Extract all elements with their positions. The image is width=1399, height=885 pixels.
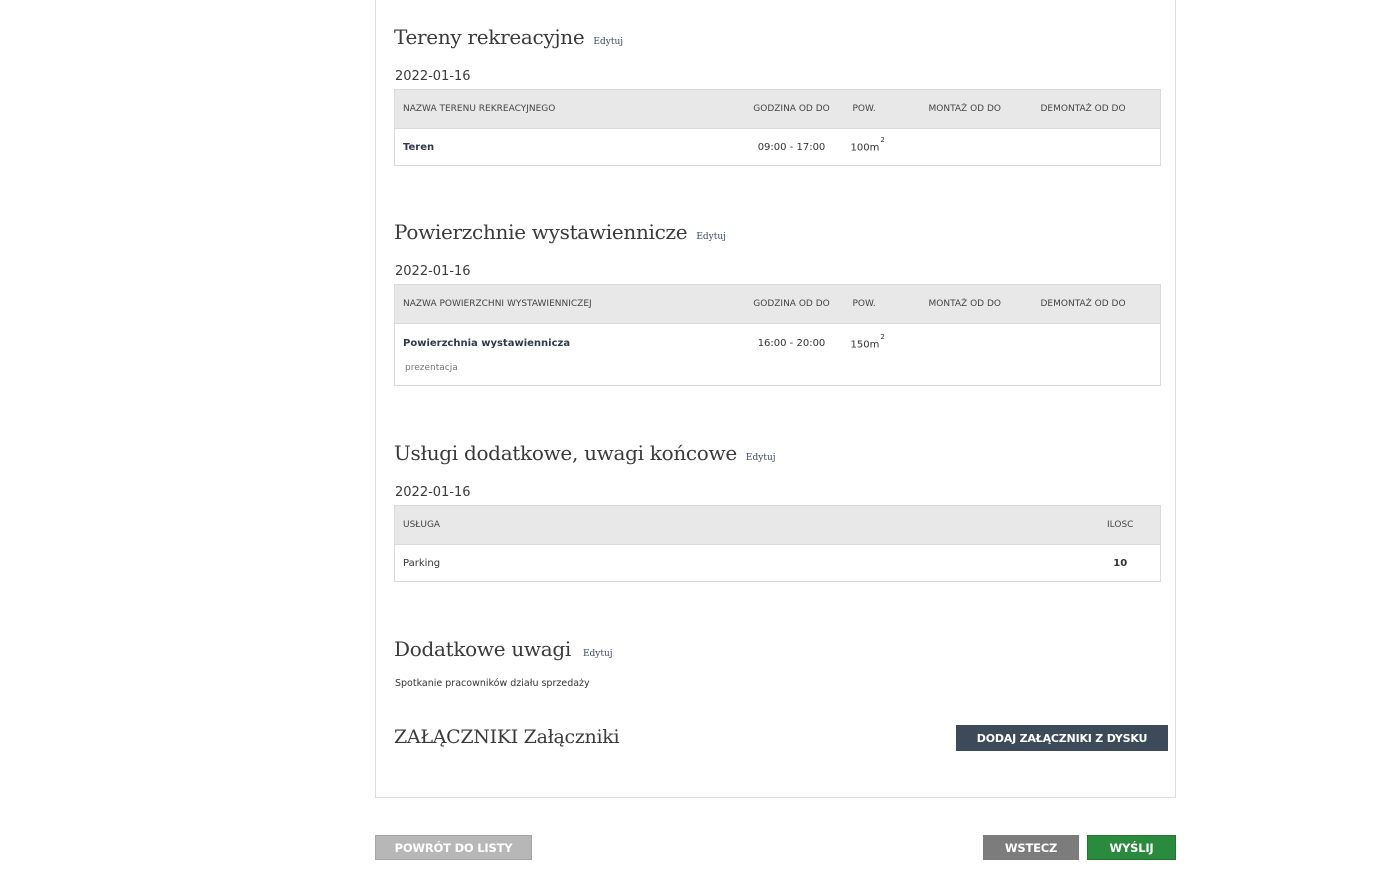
table-row: Teren 09:00 - 17:00 100m2	[395, 129, 1161, 166]
column-header: POW.	[844, 284, 921, 324]
section-title: Dodatkowe uwagi	[394, 637, 571, 661]
column-header: GODZINA OD DO	[738, 89, 845, 129]
column-header: ILOSC	[1080, 505, 1161, 545]
edit-recreational-link[interactable]: Edytuj	[593, 37, 623, 47]
edit-exhibition-link[interactable]: Edytuj	[696, 232, 726, 242]
services-table: USŁUGA ILOSC Parking 10	[394, 505, 1161, 582]
area-value: 100m	[850, 142, 880, 154]
mount-cell	[921, 324, 1033, 363]
add-attachments-button[interactable]: DODAJ ZAŁĄCZNIKI Z DYSKU	[956, 725, 1168, 751]
dismount-cell	[1033, 129, 1161, 166]
summary-card: Tereny rekreacyjne Edytuj 2022-01-16 NAZ…	[375, 0, 1176, 798]
exhibition-header: Powierzchnie wystawiennicze Edytuj	[394, 220, 1160, 244]
exhibition-section: Powierzchnie wystawiennicze Edytuj 2022-…	[394, 220, 1161, 386]
column-header: DEMONTAŻ OD DO	[1032, 284, 1161, 324]
area-unit-sup: 2	[880, 332, 885, 341]
column-header: MONTAŻ OD DO	[920, 284, 1033, 324]
edit-services-link[interactable]: Edytuj	[746, 453, 776, 463]
section-title: Usługi dodatkowe, uwagi końcowe	[394, 441, 737, 465]
column-header: NAZWA POWIERZCHNI WYSTAWIENNICZEJ	[394, 284, 739, 324]
column-header: NAZWA TERENU REKREACYJNEGO	[394, 89, 739, 129]
table-row-note: prezentacja	[395, 363, 1161, 386]
column-header: DEMONTAŻ OD DO	[1032, 89, 1161, 129]
services-header: Usługi dodatkowe, uwagi końcowe Edytuj	[394, 441, 1160, 465]
table-row: Parking 10	[395, 545, 1161, 582]
attachments-section: ZAŁĄCZNIKI Załączniki DODAJ ZAŁĄCZNIKI Z…	[394, 725, 1168, 755]
table-header-row: USŁUGA ILOSC	[394, 505, 1161, 545]
dismount-cell	[1033, 324, 1161, 363]
area-cell: 150m2	[845, 324, 921, 363]
column-header: POW.	[844, 89, 921, 129]
area-cell: 100m2	[845, 129, 921, 166]
notes-section: Dodatkowe uwagi Edytuj Spotkanie pracown…	[394, 637, 1160, 689]
area-name: Powierzchnia wystawiennicza	[403, 337, 571, 349]
recreational-section: Tereny rekreacyjne Edytuj 2022-01-16 NAZ…	[394, 25, 1161, 166]
table-header-row: NAZWA POWIERZCHNI WYSTAWIENNICZEJ GODZIN…	[394, 284, 1161, 324]
section-title: Powierzchnie wystawiennicze	[394, 220, 688, 244]
recreational-table: NAZWA TERENU REKREACYJNEGO GODZINA OD DO…	[394, 89, 1161, 166]
area-value: 150m	[850, 338, 880, 350]
hours-cell: 16:00 - 20:00	[757, 337, 826, 349]
mount-cell	[921, 129, 1033, 166]
back-to-list-button[interactable]: POWRÓT DO LISTY	[375, 835, 532, 860]
row-note: prezentacja	[405, 362, 458, 373]
table-row: Powierzchnia wystawiennicza 16:00 - 20:0…	[395, 324, 1161, 363]
service-name: Parking	[403, 557, 441, 569]
notes-text: Spotkanie pracowników działu sprzedaży	[395, 678, 590, 689]
section-date: 2022-01-16	[395, 485, 471, 500]
send-button[interactable]: WYŚLIJ	[1087, 835, 1176, 860]
hours-cell: 09:00 - 17:00	[757, 141, 826, 153]
column-header: USŁUGA	[394, 505, 1081, 545]
notes-header: Dodatkowe uwagi Edytuj	[394, 637, 1160, 661]
section-date: 2022-01-16	[395, 264, 471, 279]
table-header-row: NAZWA TERENU REKREACYJNEGO GODZINA OD DO…	[394, 89, 1161, 129]
edit-notes-link[interactable]: Edytuj	[583, 649, 613, 659]
area-name: Teren	[403, 141, 435, 153]
column-header: GODZINA OD DO	[738, 284, 845, 324]
services-section: Usługi dodatkowe, uwagi końcowe Edytuj 2…	[394, 441, 1161, 582]
section-date: 2022-01-16	[395, 69, 471, 84]
column-header: MONTAŻ OD DO	[920, 89, 1033, 129]
area-unit-sup: 2	[880, 136, 885, 145]
section-title: Tereny rekreacyjne	[394, 25, 585, 49]
recreational-header: Tereny rekreacyjne Edytuj	[394, 25, 1160, 49]
exhibition-table: NAZWA POWIERZCHNI WYSTAWIENNICZEJ GODZIN…	[394, 284, 1161, 386]
previous-button[interactable]: WSTECZ	[983, 835, 1079, 860]
service-qty: 10	[1113, 557, 1128, 569]
